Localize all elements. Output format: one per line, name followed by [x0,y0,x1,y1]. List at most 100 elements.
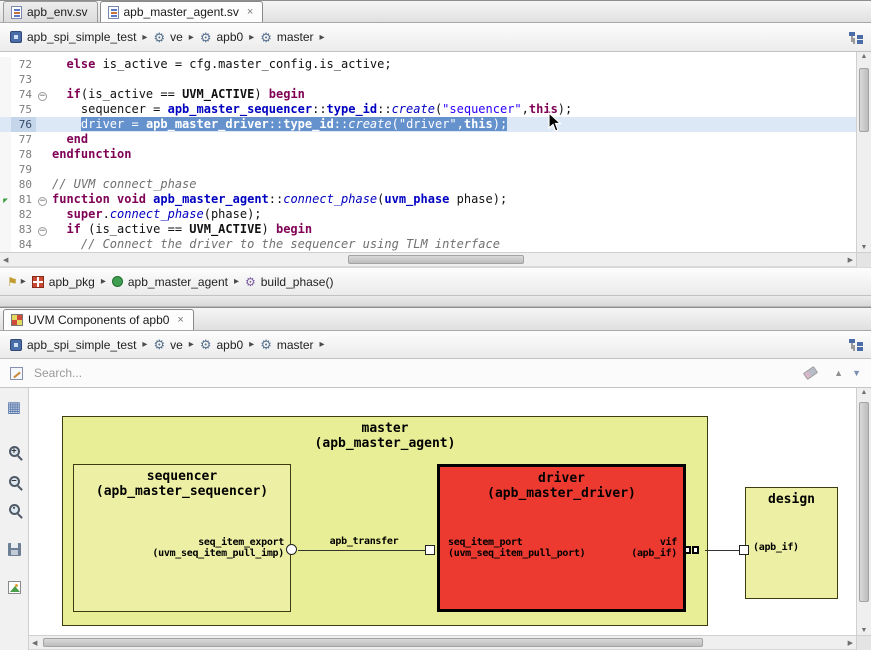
crumb-label: apb0 [216,30,243,44]
code-text: function void apb_master_agent::connect_… [49,192,856,207]
driver-box[interactable]: driver (apb_master_driver) seq_item_port… [437,464,686,612]
scroll-left-icon[interactable]: ◀ [32,636,37,650]
collapse-icon[interactable]: − [38,197,47,206]
breadcrumb-item-apb0[interactable]: apb0 [197,28,246,46]
scroll-left-icon[interactable]: ◀ [3,253,8,268]
breadcrumb-item-apb_master_agent[interactable]: apb_master_agent [109,273,231,291]
code-line[interactable]: 77 end [0,132,856,147]
tab-uvm-components[interactable]: UVM Components of apb0 × [3,309,194,330]
editor-bottom-breadcrumb: apb_pkg▸apb_master_agent▸build_phase() [29,273,337,291]
gear-icon [260,31,272,44]
breadcrumb-item-ve[interactable]: ve [150,336,185,354]
breadcrumb-item-apb_pkg[interactable]: apb_pkg [29,273,98,291]
sequencer-class: (apb_master_sequencer) [74,484,290,499]
code-editor[interactable]: 72 else is_active = cfg.master_config.is… [0,52,856,252]
scroll-right-icon[interactable]: ▶ [848,636,853,650]
tab-apb_env.sv[interactable]: apb_env.sv [3,1,98,22]
breadcrumb-item-ve[interactable]: ve [150,28,185,46]
code-text: super.connect_phase(phase); [49,207,856,222]
save-icon [8,543,21,556]
scrollbar-thumb[interactable] [859,68,869,132]
breadcrumb-item-apb_spi_simple_test[interactable]: apb_spi_simple_test [7,336,139,354]
close-tab-icon[interactable]: × [177,315,183,325]
code-line[interactable]: 84 // Connect the driver to the sequence… [0,237,856,252]
fold-column: − [36,222,49,237]
breadcrumb-item-apb_spi_simple_test[interactable]: apb_spi_simple_test [7,28,139,46]
collapse-icon[interactable]: − [38,92,47,101]
pane-splitter[interactable] [0,296,871,307]
tab-label: apb_master_agent.sv [124,5,239,19]
previous-match-icon[interactable]: ▲ [834,368,843,378]
breadcrumb-item-master[interactable]: master [257,28,316,46]
scrollbar-thumb[interactable] [859,402,869,602]
code-line[interactable]: 75 sequencer = apb_master_sequencer::typ… [0,102,856,117]
components-search-row: Search... ▲ ▼ [0,359,871,388]
export-button[interactable] [8,578,21,596]
annotation-column [0,162,11,177]
sequencer-box[interactable]: sequencer (apb_master_sequencer) seq_ite… [73,464,291,612]
diagram-vertical-scrollbar[interactable]: ▲ ▼ [856,388,871,635]
code-line[interactable]: 78endfunction [0,147,856,162]
fold-column [36,72,49,87]
diagram-canvas[interactable]: master (apb_master_agent) sequencer (apb… [29,388,856,635]
close-tab-icon[interactable]: × [247,7,253,17]
tree-toggle-icon[interactable] [849,31,864,44]
annotation-column: ◤ [0,192,11,207]
edit-icon[interactable] [10,367,23,380]
scroll-up-icon[interactable]: ▲ [857,389,871,396]
driver-class: (apb_master_driver) [440,486,683,501]
annotation-column [0,87,11,102]
zoom-fit-button[interactable] [9,500,20,518]
driver-out-port-label: vif (apb_if) [631,537,677,559]
save-button[interactable] [8,540,21,558]
export-circle-connector[interactable] [286,544,297,555]
line-number: 84 [11,237,36,252]
code-text [49,162,856,177]
clear-search-icon[interactable] [803,366,818,380]
breadcrumb-item-apb0[interactable]: apb0 [197,336,246,354]
code-line[interactable]: 82 super.connect_phase(phase); [0,207,856,222]
gear-icon [200,31,212,44]
code-line[interactable]: ◤81−function void apb_master_agent::conn… [0,192,856,207]
zoom-out-button[interactable] [9,472,20,490]
editor-tab-strip: apb_env.sv apb_master_agent.sv × [0,0,871,23]
scroll-up-icon[interactable]: ▲ [857,53,871,60]
tab-apb_master_agent.sv[interactable]: apb_master_agent.sv × [100,1,264,22]
port-name: seq_item_port [448,537,585,548]
code-area: 72 else is_active = cfg.master_config.is… [0,57,856,252]
scroll-down-icon[interactable]: ▼ [857,627,871,634]
code-text: driver = apb_master_driver::type_id::cre… [49,117,856,132]
collapse-icon[interactable]: − [38,227,47,236]
code-line[interactable]: 80// UVM connect_phase [0,177,856,192]
design-box[interactable]: design (apb_if) [745,487,838,599]
scrollbar-thumb[interactable] [348,255,524,264]
code-line[interactable]: 76 driver = apb_master_driver::type_id::… [0,117,856,132]
code-line[interactable]: 73 [0,72,856,87]
chevron-right-icon: ▸ [142,32,147,43]
search-input[interactable]: Search... [34,366,82,380]
fold-column [36,162,49,177]
vif-connector[interactable] [684,546,699,554]
components-breadcrumb: apb_spi_simple_test▸ve▸apb0▸master▸ [7,336,328,354]
zoom-in-button[interactable] [9,442,20,460]
diagram-horizontal-scrollbar[interactable]: ◀ ▶ [29,635,856,650]
breadcrumb-item-master[interactable]: master [257,336,316,354]
driver-in-port-label: seq_item_port (uvm_seq_item_pull_port) [448,537,585,559]
scrollbar-thumb[interactable] [43,638,703,647]
editor-breadcrumb: apb_spi_simple_test▸ve▸apb0▸master▸ [7,28,328,46]
code-line[interactable]: 74− if(is_active == UVM_ACTIVE) begin [0,87,856,102]
next-match-icon[interactable]: ▼ [852,368,861,378]
editor-horizontal-scrollbar[interactable]: ◀ ▶ [0,252,856,267]
scroll-right-icon[interactable]: ▶ [848,253,853,268]
breadcrumb-item-build_phase()[interactable]: build_phase() [242,273,336,291]
editor-vertical-scrollbar[interactable]: ▲ ▼ [856,52,871,252]
tree-toggle-icon[interactable] [849,338,864,351]
code-line[interactable]: 72 else is_active = cfg.master_config.is… [0,57,856,72]
annotation-column [0,102,11,117]
code-line[interactable]: 83− if (is_active == UVM_ACTIVE) begin [0,222,856,237]
code-line[interactable]: 79 [0,162,856,177]
chevron-right-icon: ▸ [249,339,254,350]
hierarchy-button[interactable] [7,398,21,416]
scroll-down-icon[interactable]: ▼ [857,244,871,251]
design-square-connector[interactable] [739,545,749,555]
